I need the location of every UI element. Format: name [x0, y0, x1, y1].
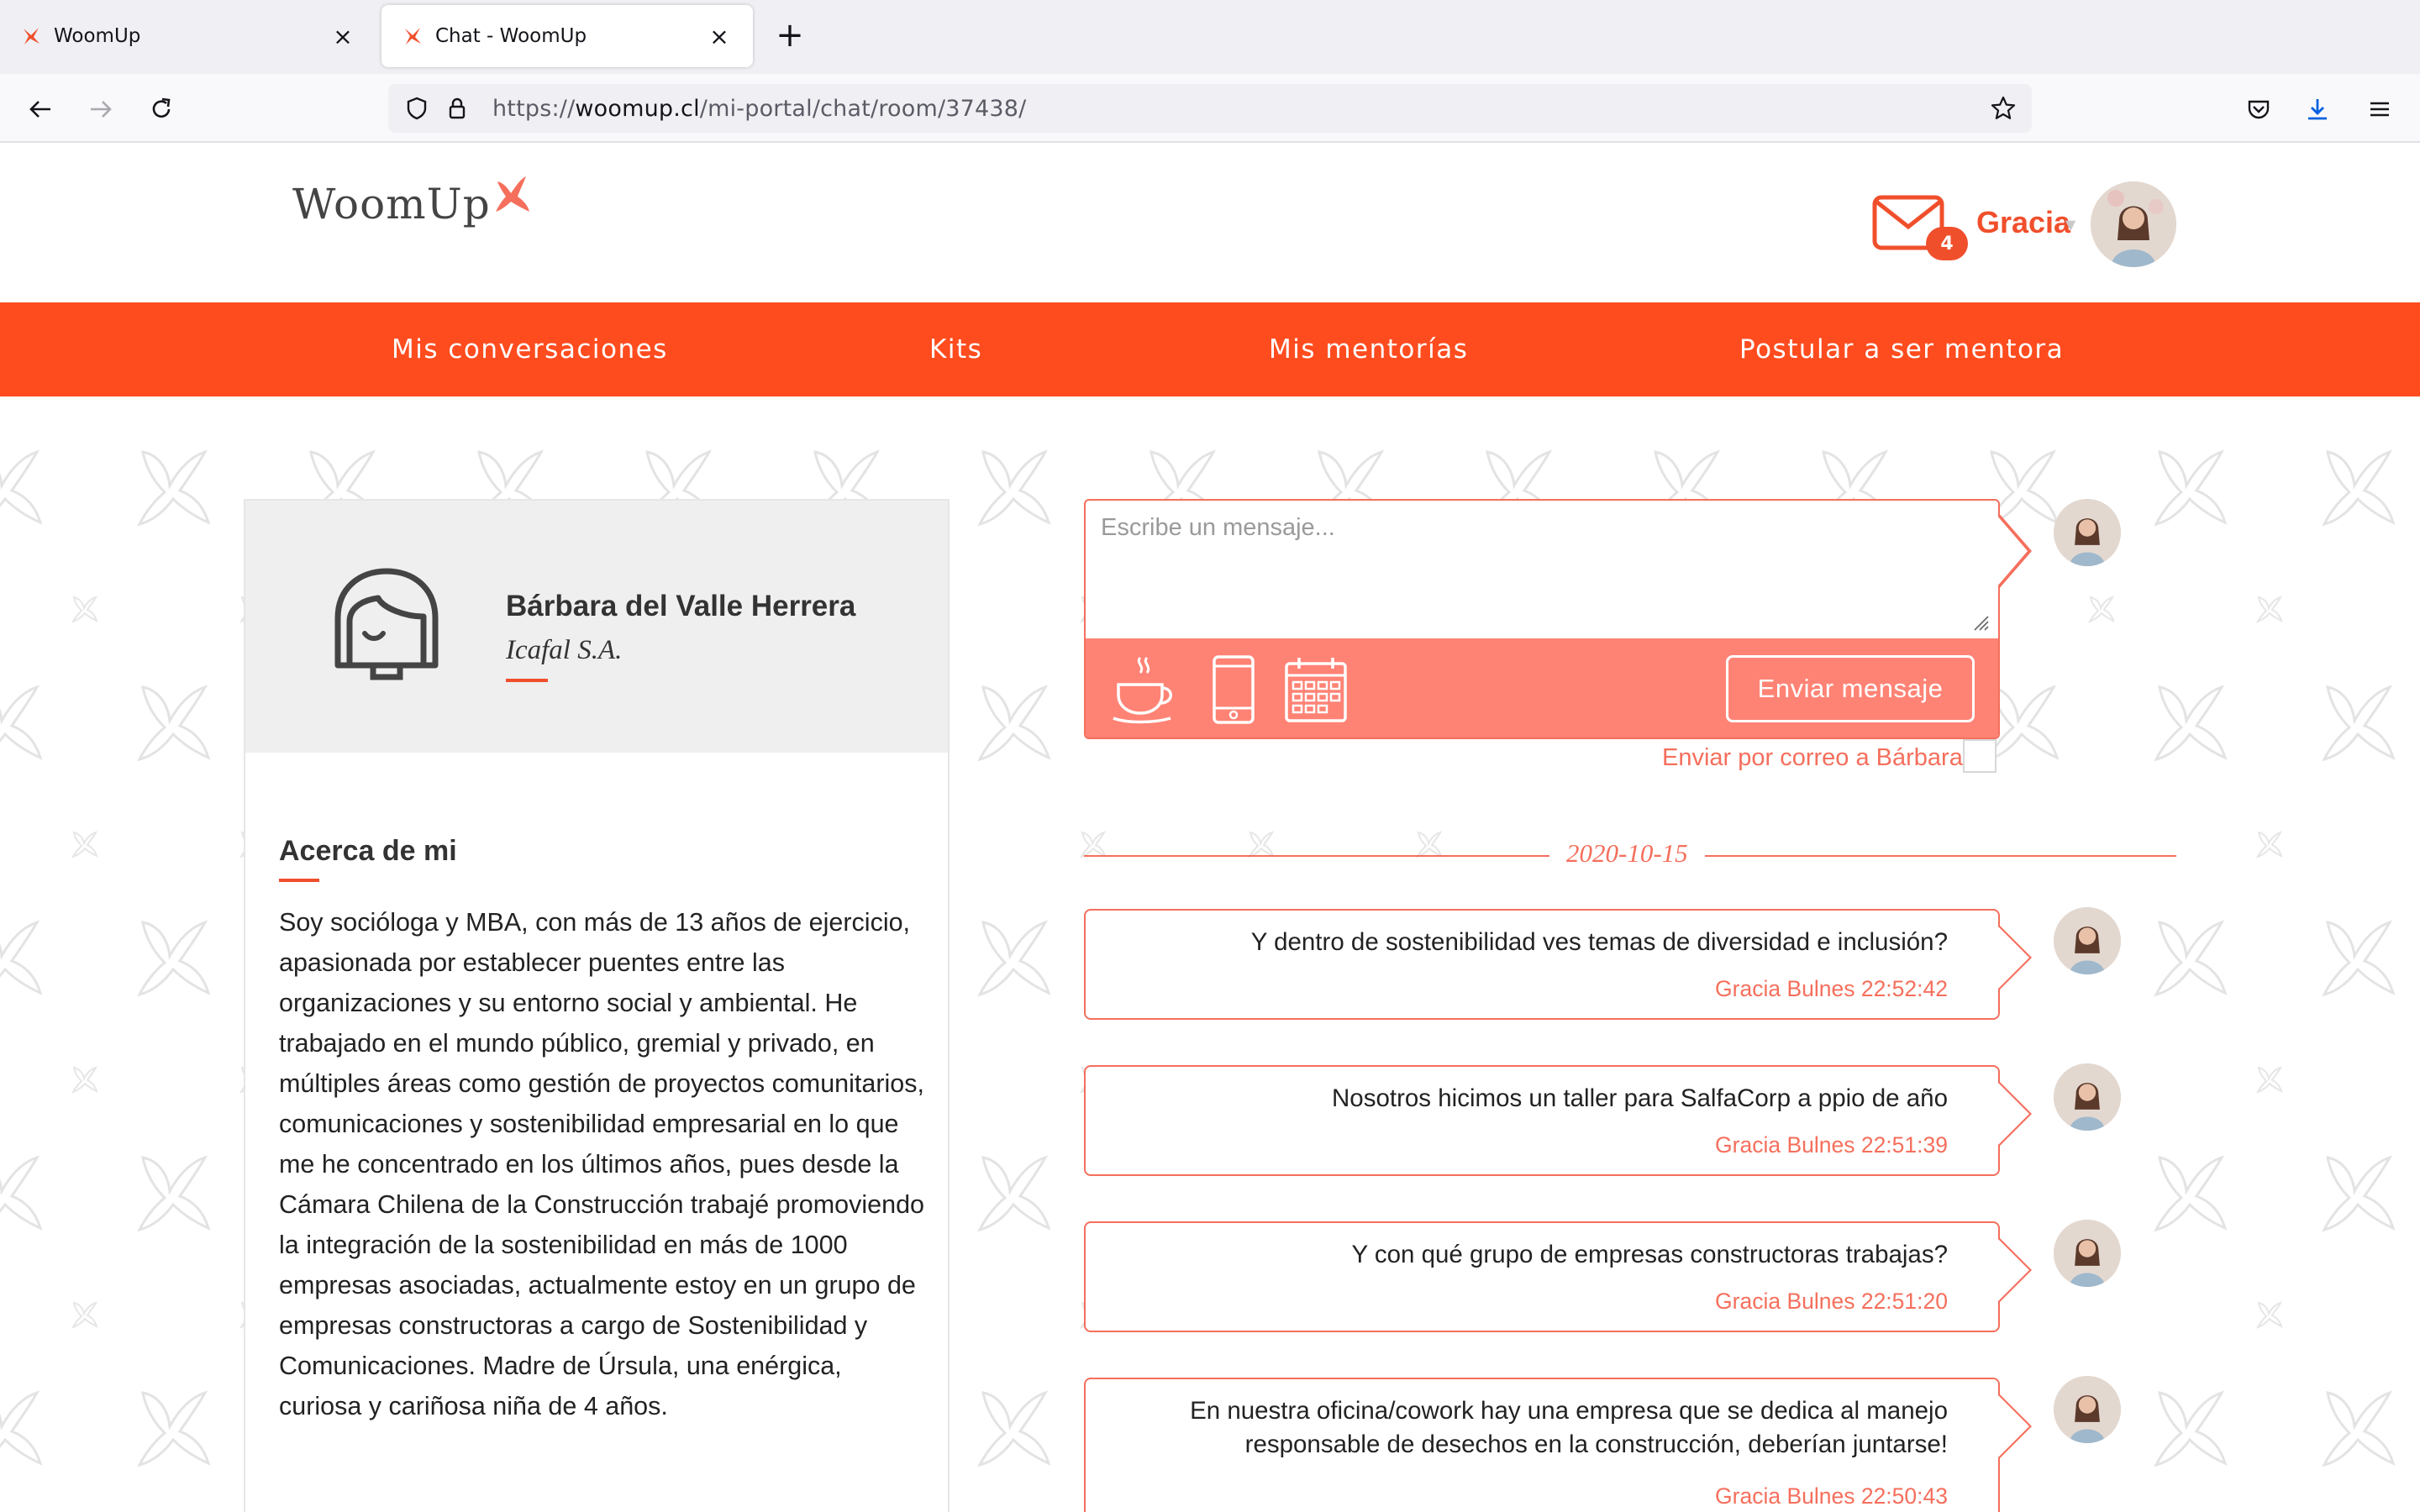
nav-mis-mentorias[interactable]: Mis mentorías — [1269, 334, 1468, 365]
chat-message: Y con qué grupo de empresas constructora… — [1084, 1221, 2032, 1332]
bubble-pointer — [1998, 927, 2029, 989]
browser-navbar: https://woomup.cl/mi-portal/chat/room/37… — [0, 74, 2420, 143]
about-title: Acerca de mi — [279, 835, 457, 867]
site-header: WoomUp 4 Gracia ▼ — [0, 143, 2420, 302]
messages-button[interactable]: 4 — [1872, 195, 1968, 262]
nav-postular-mentora[interactable]: Postular a ser mentora — [1739, 334, 2064, 365]
tab-title: WoomUp — [54, 25, 141, 47]
message-composer: Enviar mensaje — [1084, 499, 2032, 739]
composer-toolbar: Enviar mensaje — [1086, 638, 1998, 738]
woomup-star-logo-icon — [495, 176, 529, 212]
menu-icon[interactable] — [2358, 87, 2402, 131]
bubble-pointer — [1996, 515, 2028, 587]
shield-icon[interactable] — [397, 88, 437, 129]
mentor-name: Bárbara del Valle Herrera — [506, 590, 856, 622]
chat-message: Y dentro de sostenibilidad ves temas de … — [1084, 909, 2032, 1020]
url-prefix: https:// — [492, 95, 576, 122]
message-text: Y con qué grupo de empresas constructora… — [1351, 1241, 1948, 1268]
url-bar[interactable]: https://woomup.cl/mi-portal/chat/room/37… — [388, 84, 2032, 133]
nav-kits[interactable]: Kits — [929, 334, 982, 365]
avatar — [2054, 1376, 2121, 1443]
message-text: En nuestra oficina/cowork hay una empres… — [1190, 1397, 1948, 1458]
browser-tabbar: WoomUp × Chat - WoomUp × + — [0, 0, 2420, 74]
coffee-icon[interactable] — [1109, 654, 1181, 726]
bubble-pointer — [1998, 1083, 2029, 1145]
lock-icon[interactable] — [437, 88, 477, 129]
star-icon[interactable] — [1983, 88, 2023, 129]
tab-woomup[interactable]: WoomUp × — [0, 5, 376, 67]
mentor-profile-card: Bárbara del Valle Herrera Icafal S.A. Ac… — [244, 499, 950, 1512]
download-icon[interactable] — [2296, 87, 2339, 131]
divider — [506, 679, 548, 682]
message-meta: Gracia Bulnes 22:51:20 — [1715, 1289, 1948, 1314]
avatar — [2054, 1063, 2121, 1131]
plus-icon[interactable]: + — [770, 15, 810, 59]
email-option-label[interactable]: Enviar por correo a Bárbara — [1662, 744, 1963, 772]
content-area: Bárbara del Valle Herrera Icafal S.A. Ac… — [0, 396, 2420, 1512]
about-text: Soy socióloga y MBA, con más de 13 años … — [279, 908, 924, 1420]
message-text: Nosotros hicimos un taller para SalfaCor… — [1332, 1084, 1948, 1112]
resize-grip-icon[interactable] — [1971, 613, 1990, 632]
composer-box: Enviar mensaje — [1084, 499, 2000, 739]
close-icon[interactable]: × — [329, 23, 356, 50]
unread-badge: 4 — [1926, 227, 1968, 260]
reload-icon[interactable] — [139, 87, 183, 131]
close-icon[interactable]: × — [706, 23, 733, 50]
user-avatar[interactable] — [2091, 181, 2176, 267]
avatar — [2054, 1220, 2121, 1287]
woman-avatar-icon — [334, 568, 439, 680]
divider — [279, 879, 319, 882]
chat-message: Nosotros hicimos un taller para SalfaCor… — [1084, 1065, 2032, 1176]
woomup-favicon-icon — [24, 28, 39, 45]
forward-icon[interactable] — [79, 87, 123, 131]
nav-mis-conversaciones[interactable]: Mis conversaciones — [392, 334, 668, 365]
woomup-favicon-icon — [405, 28, 421, 45]
logo-text: WoomUp — [292, 180, 491, 228]
calendar-icon[interactable] — [1282, 654, 1349, 726]
profile-header: Bárbara del Valle Herrera Icafal S.A. — [245, 501, 948, 753]
bubble-pointer — [1998, 1395, 2029, 1457]
user-menu-name[interactable]: Gracia — [1976, 205, 2070, 240]
message-meta: Gracia Bulnes 22:51:39 — [1715, 1132, 1948, 1158]
tab-chat-woomup[interactable]: Chat - WoomUp × — [381, 5, 753, 67]
date-separator: 2020-10-15 — [1549, 838, 1705, 869]
message-text: Y dentro de sostenibilidad ves temas de … — [1250, 928, 1948, 956]
chevron-down-icon[interactable]: ▼ — [2065, 217, 2075, 233]
chat-message: En nuestra oficina/cowork hay una empres… — [1084, 1378, 2032, 1512]
url-text: https://woomup.cl/mi-portal/chat/room/37… — [492, 96, 1026, 122]
woomup-logo[interactable]: WoomUp — [292, 176, 531, 228]
pocket-icon[interactable] — [2237, 87, 2281, 131]
main-navigation: Mis conversaciones Kits Mis mentorías Po… — [0, 302, 2420, 396]
bubble-pointer — [1998, 1239, 2029, 1301]
back-icon[interactable] — [18, 87, 62, 131]
mentor-company: Icafal S.A. — [506, 635, 623, 665]
avatar — [2054, 907, 2121, 974]
message-meta: Gracia Bulnes 22:52:42 — [1715, 976, 1948, 1001]
message-input[interactable] — [1101, 514, 1975, 623]
email-option-checkbox[interactable] — [1963, 739, 1996, 773]
send-message-button[interactable]: Enviar mensaje — [1726, 655, 1975, 722]
url-path: /mi-portal/chat/room/37438/ — [699, 95, 1027, 122]
tab-title: Chat - WoomUp — [435, 25, 587, 47]
url-host: woomup.cl — [575, 95, 700, 122]
message-meta: Gracia Bulnes 22:50:43 — [1715, 1483, 1948, 1509]
phone-icon[interactable] — [1208, 654, 1259, 726]
avatar — [2054, 499, 2121, 566]
